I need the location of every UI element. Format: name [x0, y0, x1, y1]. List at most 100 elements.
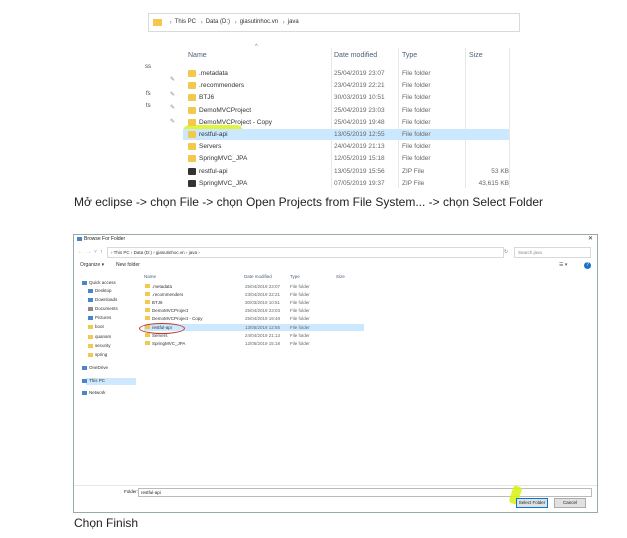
- column-header-name[interactable]: Name: [144, 274, 156, 279]
- folder-icon: [88, 297, 93, 302]
- item-date: 12/05/2019 15:18: [334, 155, 385, 163]
- column-header-name[interactable]: Name: [188, 52, 207, 59]
- cancel-button[interactable]: Cancel: [554, 498, 586, 508]
- pin-icon[interactable]: ✎: [170, 91, 175, 98]
- select-folder-button[interactable]: Select Folder: [516, 498, 548, 508]
- list-item[interactable]: .recommenders 23/04/2019 22:21 File folder: [183, 80, 509, 91]
- back-icon[interactable]: ←: [78, 246, 83, 258]
- item-type: ZIP File: [402, 179, 425, 187]
- item-date: 25/04/2019 23:03: [334, 106, 385, 114]
- close-icon[interactable]: ✕: [588, 235, 593, 244]
- item-name: SpringMVC_JPA: [199, 155, 248, 163]
- list-item[interactable]: .metadata 25/04/2019 23:07 File folder: [183, 68, 509, 79]
- item-name: DemoMVCProject: [199, 106, 252, 114]
- folder-icon: [88, 324, 93, 329]
- item-date: 25/04/2019 23:03: [245, 308, 281, 314]
- new-folder-button[interactable]: New folder: [116, 262, 140, 268]
- caption-step: Mở eclipse -> chọn File -> chọn Open Pro…: [74, 195, 544, 209]
- tree-item-label: Documents: [95, 306, 118, 311]
- item-name: .recommenders: [199, 82, 245, 90]
- item-type: File folder: [290, 284, 310, 289]
- column-header-type[interactable]: Type: [402, 52, 417, 59]
- column-header-size[interactable]: Size: [469, 52, 483, 59]
- tree-item-label: OneDrive: [89, 365, 109, 370]
- list-item[interactable]: SpringMVC_JPA 07/05/2019 19:37 ZIP File 43,…: [183, 178, 509, 189]
- tree-item[interactable]: Pictures: [88, 315, 111, 321]
- list-item[interactable]: .metadata 25/04/2019 23:07 File folder: [144, 283, 364, 290]
- item-type: ZIP File: [402, 167, 425, 175]
- tree-item[interactable]: Network: [82, 390, 106, 396]
- item-type: File folder: [290, 300, 310, 306]
- tree-item[interactable]: quanam: [88, 334, 111, 340]
- tree-item[interactable]: OneDrive: [82, 365, 108, 371]
- item-date: 24/04/2019 21:13: [334, 143, 385, 151]
- help-icon[interactable]: ?: [584, 262, 591, 269]
- column-header-date[interactable]: Date modified: [334, 52, 377, 59]
- chevron-down-icon[interactable]: ˅: [94, 246, 97, 258]
- item-date: 24/04/2019 21:13: [245, 332, 281, 338]
- list-item[interactable]: DemoMVCProject 25/04/2019 23:03 File folde…: [144, 307, 364, 314]
- tree-item[interactable]: Desktop: [88, 288, 112, 294]
- folder-icon: [188, 155, 196, 163]
- item-date: 13/05/2019 15:56: [334, 167, 385, 175]
- item-name: Servers: [199, 143, 222, 151]
- folder-icon: [188, 94, 196, 102]
- item-date: 25/04/2019 23:07: [245, 284, 281, 289]
- list-item[interactable]: Servers 24/04/2019 21:13 File folder: [183, 141, 509, 152]
- item-type: File folder: [290, 340, 310, 346]
- pin-icon[interactable]: ✎: [170, 104, 175, 111]
- breadcrumb-item[interactable]: java: [288, 19, 299, 25]
- tree-item[interactable]: Documents: [88, 306, 118, 312]
- list-item[interactable]: BTJ6 30/03/2019 10:51 File folder: [144, 299, 364, 306]
- up-icon[interactable]: ↑: [100, 246, 103, 258]
- breadcrumb-item[interactable]: Data (D:): [206, 19, 230, 25]
- tree-item-label: This PC: [89, 378, 106, 383]
- tree-item[interactable]: Quick access: [82, 280, 116, 286]
- folder-input[interactable]: restful-api: [138, 488, 592, 497]
- tree-item-label: boot: [95, 324, 104, 329]
- search-input[interactable]: Search java: [514, 247, 591, 258]
- column-header-date[interactable]: Date modified: [244, 274, 272, 279]
- tree-item[interactable]: security: [88, 343, 111, 349]
- item-type: File folder: [290, 332, 310, 338]
- column-header-type[interactable]: Type: [290, 274, 300, 279]
- item-name: .recommenders: [152, 292, 184, 298]
- pin-icon[interactable]: ✎: [170, 118, 175, 125]
- view-icon[interactable]: ☰ ▾: [559, 262, 567, 268]
- tree-item[interactable]: spring: [88, 352, 107, 358]
- folder-icon: [88, 306, 93, 311]
- list-item[interactable]: restful-api 13/05/2019 12:55 File folder: [183, 129, 509, 140]
- item-date: 13/05/2019 12:55: [334, 131, 385, 138]
- tree-item-label: Pictures: [95, 315, 112, 320]
- forward-icon[interactable]: →: [86, 246, 91, 258]
- item-type: File folder: [402, 155, 431, 163]
- breadcrumb-item[interactable]: giasutinhoc.vn: [240, 19, 278, 25]
- list-item[interactable]: DemoMVCProject - Copy 25/04/2019 19:48 Fil…: [183, 117, 509, 128]
- list-item[interactable]: .recommenders 23/04/2019 22:21 File folder: [144, 291, 364, 298]
- folder-icon: [188, 106, 196, 114]
- item-size: 53 KB: [491, 167, 509, 175]
- item-date: 30/03/2019 10:51: [245, 300, 281, 306]
- organize-button[interactable]: Organize ▾: [80, 262, 104, 268]
- folder-icon: [145, 284, 150, 288]
- column-header-size[interactable]: Size: [336, 274, 345, 279]
- breadcrumb-item[interactable]: This PC: [175, 19, 196, 25]
- list-item[interactable]: restful-api 13/05/2019 15:56 ZIP File 53 KB: [183, 166, 509, 177]
- refresh-icon[interactable]: ↻: [504, 246, 508, 258]
- address-bar[interactable]: › This PC › Data (D:) › giasutinhoc.vn › jav…: [148, 13, 520, 32]
- sidebar-fragment: fs: [146, 91, 151, 97]
- tree-item-label: security: [95, 343, 111, 348]
- list-item[interactable]: SpringMVC_JPA 12/05/2019 15:18 File folder: [144, 340, 364, 347]
- list-item[interactable]: DemoMVCProject - Copy 25/04/2019 19:48 Fil…: [144, 315, 364, 322]
- tree-item[interactable]: boot: [88, 324, 104, 330]
- tree-item[interactable]: This PC: [82, 378, 105, 384]
- list-item[interactable]: SpringMVC_JPA 12/05/2019 15:18 File folder: [183, 153, 509, 164]
- address-bar[interactable]: › This PC › Data (D:) › giasutinhoc.vn ›…: [107, 247, 504, 258]
- folder-icon: [88, 315, 93, 320]
- list-item[interactable]: DemoMVCProject 25/04/2019 23:03 File folde…: [183, 105, 509, 116]
- list-item[interactable]: BTJ6 30/03/2019 10:51 File folder: [183, 92, 509, 103]
- item-date: 12/05/2019 15:18: [245, 340, 281, 346]
- pin-icon[interactable]: ✎: [170, 76, 175, 83]
- highlight-ellipse: [139, 323, 185, 334]
- tree-item[interactable]: Downloads: [88, 297, 117, 303]
